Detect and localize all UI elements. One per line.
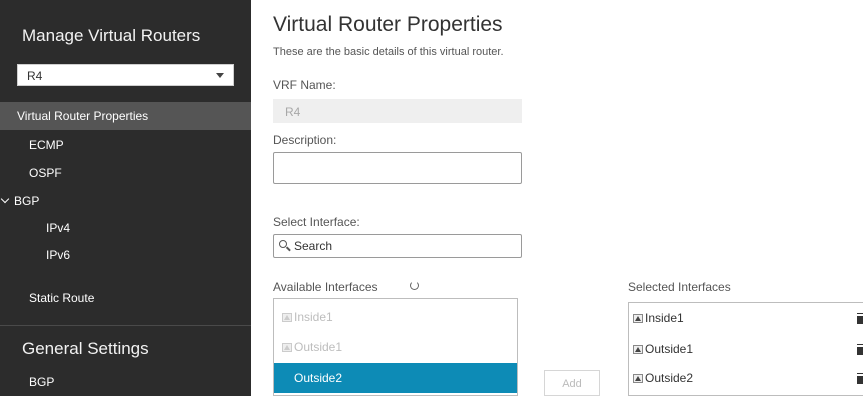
interface-search[interactable] xyxy=(273,234,522,258)
trash-icon[interactable] xyxy=(857,345,863,355)
page-subtitle: These are the basic details of this virt… xyxy=(273,46,504,58)
vrf-name-field: R4 xyxy=(273,99,522,123)
sidebar-item-label: BGP xyxy=(29,375,55,389)
interface-icon xyxy=(633,345,643,354)
list-item[interactable]: Outside1 xyxy=(274,334,517,360)
sidebar-title: Manage Virtual Routers xyxy=(22,26,201,45)
sidebar-item-bgp[interactable]: BGP xyxy=(0,187,251,215)
sidebar-item-static-route[interactable]: Static Route xyxy=(0,284,251,312)
list-item[interactable]: Inside1 xyxy=(629,305,863,331)
search-icon xyxy=(279,240,287,248)
selected-interfaces-list[interactable]: Inside1 Outside1 Outside2 xyxy=(628,302,863,396)
sidebar-item-ospf[interactable]: OSPF xyxy=(0,159,251,187)
sidebar-item-label: BGP xyxy=(14,194,40,208)
interface-icon xyxy=(633,374,643,383)
sidebar-item-ipv4[interactable]: IPv4 xyxy=(0,214,251,242)
chevron-down-icon[interactable] xyxy=(0,194,10,204)
router-select[interactable]: R4 xyxy=(17,64,234,86)
list-item[interactable]: Outside1 xyxy=(629,336,863,362)
sidebar-item-label: IPv6 xyxy=(46,248,71,262)
list-item[interactable]: Outside2 xyxy=(274,363,517,393)
sidebar-item-ecmp[interactable]: ECMP xyxy=(0,131,251,159)
router-select-value: R4 xyxy=(27,69,43,83)
vrf-name-value: R4 xyxy=(285,105,301,119)
page-title: Virtual Router Properties xyxy=(273,13,503,36)
sidebar-item-label: IPv4 xyxy=(46,221,71,235)
list-item[interactable]: Outside2 xyxy=(629,365,863,391)
description-input[interactable] xyxy=(273,152,522,184)
interface-icon xyxy=(633,314,643,323)
list-item[interactable]: Inside1 xyxy=(274,304,517,330)
sidebar-item-label: ECMP xyxy=(29,138,64,152)
general-settings-title: General Settings xyxy=(22,339,149,358)
refresh-icon[interactable] xyxy=(410,281,419,290)
sidebar-item-label: Static Route xyxy=(29,291,95,305)
vrf-name-label: VRF Name: xyxy=(273,78,336,92)
sidebar: Manage Virtual Routers R4 Virtual Router… xyxy=(0,0,251,396)
interface-icon xyxy=(282,343,292,352)
sidebar-item-ipv6[interactable]: IPv6 xyxy=(0,241,251,269)
sidebar-item-label: OSPF xyxy=(29,166,62,180)
available-interfaces-label: Available Interfaces xyxy=(273,280,378,294)
available-interfaces-list[interactable]: Inside1 Outside1 Outside2 xyxy=(273,298,518,396)
search-input[interactable] xyxy=(294,238,514,254)
sidebar-divider xyxy=(0,325,251,326)
selected-interfaces-label: Selected Interfaces xyxy=(628,280,731,294)
select-interface-label: Select Interface: xyxy=(273,215,360,229)
trash-icon[interactable] xyxy=(857,374,863,384)
interface-icon xyxy=(282,313,292,322)
sidebar-item-label: Virtual Router Properties xyxy=(17,109,149,123)
chevron-down-icon xyxy=(216,73,224,78)
sidebar-item-virtual-router-properties[interactable]: Virtual Router Properties xyxy=(0,102,251,130)
add-button[interactable]: Add xyxy=(544,370,600,396)
sidebar-item-general-bgp[interactable]: BGP xyxy=(0,368,251,396)
description-label: Description: xyxy=(273,133,337,147)
trash-icon[interactable] xyxy=(857,314,863,324)
